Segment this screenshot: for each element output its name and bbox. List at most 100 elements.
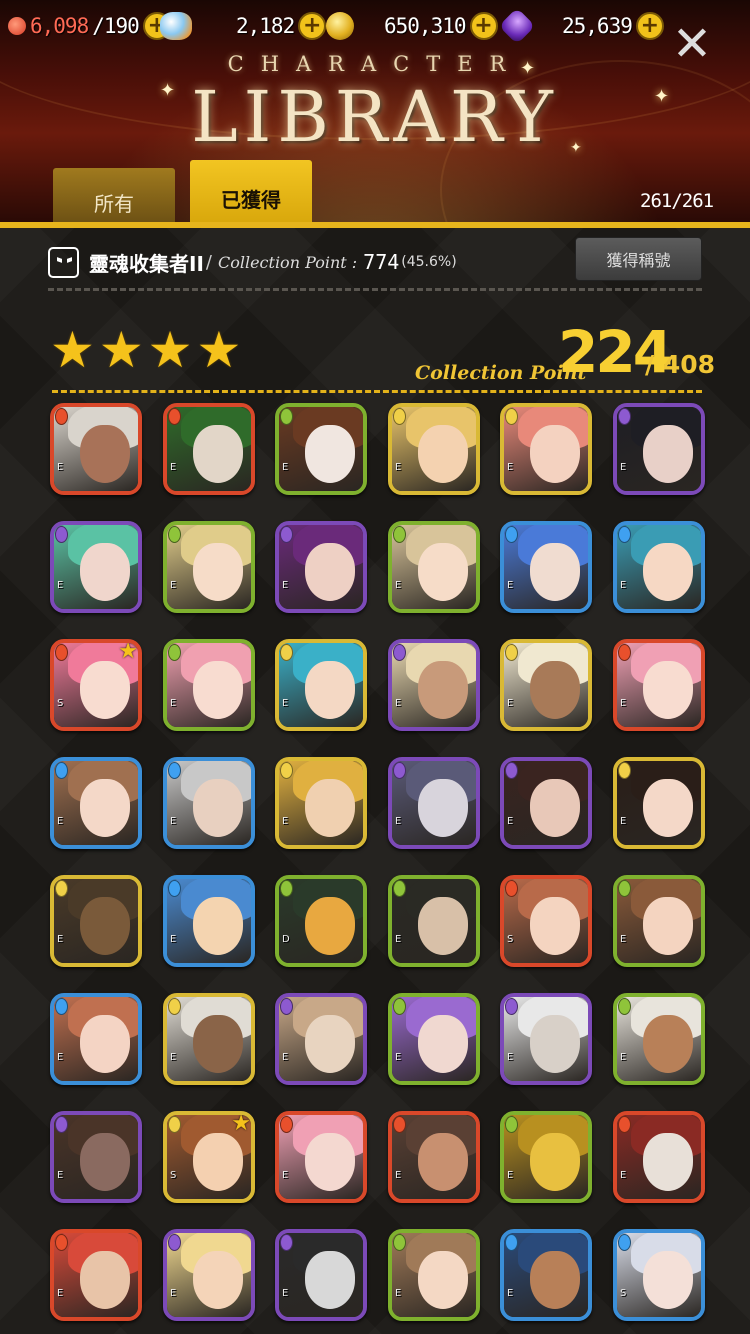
character-rank: E [507,1170,514,1181]
character-card[interactable]: E [50,1111,142,1203]
character-card[interactable]: S ★ [50,639,142,731]
character-card[interactable]: E [613,993,705,1085]
water-element-icon [618,1234,631,1251]
fire-element-icon [55,644,68,661]
dark-element-icon [505,998,518,1015]
gold-value: 650,310 [384,14,467,38]
character-card[interactable]: S ★ [163,1111,255,1203]
character-card[interactable]: E [163,993,255,1085]
add-gold-button[interactable]: + [469,12,498,40]
character-card[interactable]: E [163,403,255,495]
character-card[interactable]: E [163,757,255,849]
character-card[interactable]: E [613,875,705,967]
stamina-value: 6,098 [30,14,89,38]
character-face [305,1015,355,1073]
character-card[interactable]: E [500,639,592,731]
character-card[interactable]: E [388,875,480,967]
character-face [80,779,130,837]
character-card[interactable]: E [50,875,142,967]
character-card[interactable]: E [388,521,480,613]
character-card[interactable]: E [613,1111,705,1203]
character-rank: E [620,934,627,945]
character-card[interactable]: S [613,1229,705,1321]
character-card[interactable]: E [50,993,142,1085]
character-face [418,425,468,483]
character-rank: E [170,1288,177,1299]
character-card[interactable]: E [275,403,367,495]
fire-element-icon [55,1234,68,1251]
character-rank: E [282,816,289,827]
character-card[interactable]: E [275,639,367,731]
character-card[interactable]: E [163,875,255,967]
character-card[interactable]: E [613,521,705,613]
character-face [418,661,468,719]
tab-all[interactable]: 所有 [53,168,175,222]
character-rank: E [395,1288,402,1299]
character-face [80,1251,130,1309]
earth-element-icon [280,408,293,425]
character-rank: E [395,1170,402,1181]
water-element-icon [55,998,68,1015]
character-card[interactable]: E [275,1111,367,1203]
achievement-row: 靈魂收集者II / Collection Point : 774 (45.6%) [48,244,457,280]
character-face [80,543,130,601]
character-card[interactable]: E [275,1229,367,1321]
character-rank: E [170,698,177,709]
character-card[interactable]: E [500,403,592,495]
close-button[interactable]: ✕ [668,20,716,70]
character-card[interactable]: E [50,1229,142,1321]
character-card[interactable]: E [500,521,592,613]
character-rank: E [57,580,64,591]
character-card[interactable]: E [388,993,480,1085]
character-rank: E [620,1170,627,1181]
water-element-icon [505,1234,518,1251]
add-crystal-button[interactable]: + [298,12,327,40]
character-card[interactable]: E [388,1111,480,1203]
character-card[interactable]: E [163,639,255,731]
character-card[interactable]: E [500,1229,592,1321]
character-rank: E [57,1052,64,1063]
character-card[interactable]: E [50,521,142,613]
earth-element-icon [280,880,293,897]
character-rank: E [170,462,177,473]
water-element-icon [168,762,181,779]
character-rank: E [507,1288,514,1299]
character-card[interactable]: E [275,757,367,849]
character-rank: E [507,816,514,827]
character-card[interactable]: E [50,757,142,849]
character-card[interactable]: E [500,757,592,849]
character-card[interactable]: E [388,1229,480,1321]
character-card[interactable]: E [388,757,480,849]
character-card[interactable]: E [163,1229,255,1321]
light-element-icon [393,408,406,425]
character-card[interactable]: E [613,403,705,495]
character-card[interactable]: E [613,639,705,731]
heart-icon [8,17,26,35]
character-rank: E [507,1052,514,1063]
character-card[interactable]: S [500,875,592,967]
character-face [305,1251,355,1309]
character-rank: E [620,462,627,473]
light-element-icon [280,644,293,661]
add-gem-button[interactable]: + [635,12,664,40]
character-card[interactable]: E [50,403,142,495]
character-card[interactable]: E [500,1111,592,1203]
character-rank: E [507,462,514,473]
character-face [530,779,580,837]
character-face [305,425,355,483]
character-card[interactable]: E [388,639,480,731]
character-rank: E [282,1288,289,1299]
character-card[interactable]: E [275,521,367,613]
character-card[interactable]: E [163,521,255,613]
character-rank: E [620,1052,627,1063]
dark-element-icon [505,762,518,779]
character-card[interactable]: E [613,757,705,849]
header-title: LIBRARY [191,76,559,158]
tab-owned[interactable]: 已獲得 [190,160,312,222]
character-card[interactable]: E [275,993,367,1085]
character-card[interactable]: D [275,875,367,967]
character-rank: S [170,1170,177,1181]
character-card[interactable]: E [388,403,480,495]
get-title-button[interactable]: 獲得稱號 [575,237,702,281]
character-card[interactable]: E [500,993,592,1085]
